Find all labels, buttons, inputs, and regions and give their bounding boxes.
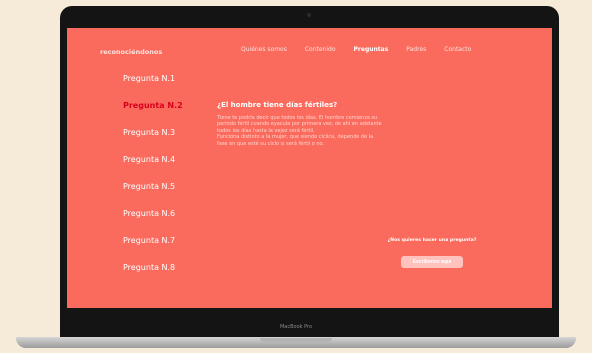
question-content: ¿El hombre tiene días fértiles? Tiene te… bbox=[217, 101, 467, 147]
laptop-screen: reconociéndonos Quiénes somos Contenido … bbox=[67, 28, 552, 308]
device-model-label: MacBook Pro bbox=[279, 324, 313, 330]
nav-link-contacto[interactable]: Contacto bbox=[435, 46, 480, 53]
sidebar-item-pregunta-1[interactable]: Pregunta N.1 bbox=[123, 74, 203, 101]
sidebar-item-pregunta-4[interactable]: Pregunta N.4 bbox=[123, 155, 203, 182]
question-answer: Tiene te podría decir que todos los días… bbox=[217, 115, 467, 147]
sidebar-item-pregunta-5[interactable]: Pregunta N.5 bbox=[123, 182, 203, 209]
contact-prompt: ¿Nos quieres hacer una pregunta? bbox=[387, 238, 477, 243]
question-sidebar: Pregunta N.1 Pregunta N.2 Pregunta N.3 P… bbox=[123, 74, 203, 290]
answer-line: fase en que esté su ciclo si será fértil… bbox=[217, 140, 325, 147]
nav-link-quienes-somos[interactable]: Quiénes somos bbox=[232, 46, 296, 53]
nav-link-contenido[interactable]: Contenido bbox=[296, 46, 345, 53]
sidebar-item-pregunta-8[interactable]: Pregunta N.8 bbox=[123, 263, 203, 290]
sidebar-item-pregunta-6[interactable]: Pregunta N.6 bbox=[123, 209, 203, 236]
laptop-mockup-scene: reconociéndonos Quiénes somos Contenido … bbox=[0, 0, 592, 353]
camera-dot bbox=[307, 13, 311, 17]
nav-link-padres[interactable]: Padres bbox=[397, 46, 435, 53]
question-title: ¿El hombre tiene días fértiles? bbox=[217, 101, 338, 109]
top-nav: Quiénes somos Contenido Preguntas Padres… bbox=[232, 46, 480, 53]
contact-section: ¿Nos quieres hacer una pregunta? Escríbe… bbox=[367, 238, 497, 268]
sidebar-item-pregunta-2[interactable]: Pregunta N.2 bbox=[123, 101, 203, 128]
brand-logo-text[interactable]: reconociéndonos bbox=[100, 48, 162, 56]
laptop-base-notch bbox=[260, 338, 332, 342]
nav-link-preguntas[interactable]: Preguntas bbox=[345, 46, 398, 53]
sidebar-item-pregunta-7[interactable]: Pregunta N.7 bbox=[123, 236, 203, 263]
sidebar-item-pregunta-3[interactable]: Pregunta N.3 bbox=[123, 128, 203, 155]
write-us-button[interactable]: Escríbenos aquí bbox=[400, 256, 464, 268]
